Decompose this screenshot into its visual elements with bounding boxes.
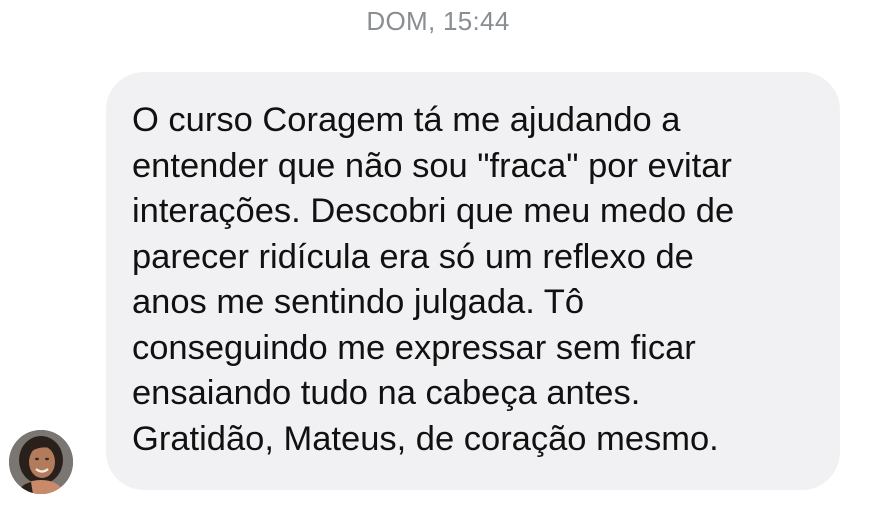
avatar-photo bbox=[9, 430, 73, 494]
sender-avatar[interactable] bbox=[9, 430, 73, 494]
message-bubble[interactable]: O curso Coragem tá me ajudando a entende… bbox=[106, 72, 840, 490]
message-text: O curso Coragem tá me ajudando a entende… bbox=[132, 101, 735, 458]
message-timestamp: DOM, 15:44 bbox=[366, 6, 510, 36]
